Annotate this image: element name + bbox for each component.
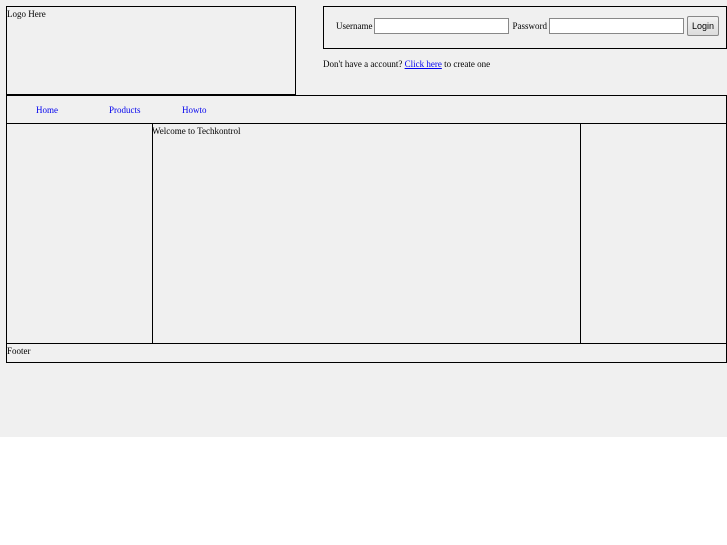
login-form: Username Password Login <box>323 6 727 49</box>
nav-item-products[interactable]: Products <box>109 105 141 115</box>
signup-prompt: Don't have a account? Click here to crea… <box>323 59 490 69</box>
signup-prefix: Don't have a account? <box>323 59 403 69</box>
signup-link[interactable]: Click here <box>405 59 442 69</box>
welcome-text: Welcome to Techkontrol <box>152 126 241 136</box>
page: Logo Here Username Password Login Don't … <box>0 0 727 437</box>
footer-text: Footer <box>7 346 31 356</box>
left-sidebar <box>6 123 153 344</box>
username-label: Username <box>336 21 373 31</box>
password-label: Password <box>512 21 547 31</box>
login-row: Username Password Login <box>336 16 719 36</box>
main-content: Welcome to Techkontrol <box>152 123 581 344</box>
logo-placeholder-text: Logo Here <box>7 9 46 19</box>
nav-item-home[interactable]: Home <box>36 105 58 115</box>
nav-bar: Home Products Howto <box>6 95 727 124</box>
password-input[interactable] <box>549 18 684 34</box>
username-input[interactable] <box>374 18 510 34</box>
logo-area: Logo Here <box>6 6 296 95</box>
right-sidebar <box>580 123 727 344</box>
nav-item-howto[interactable]: Howto <box>182 105 207 115</box>
footer: Footer <box>6 343 727 363</box>
signup-suffix: to create one <box>444 59 491 69</box>
login-button[interactable]: Login <box>687 16 719 36</box>
